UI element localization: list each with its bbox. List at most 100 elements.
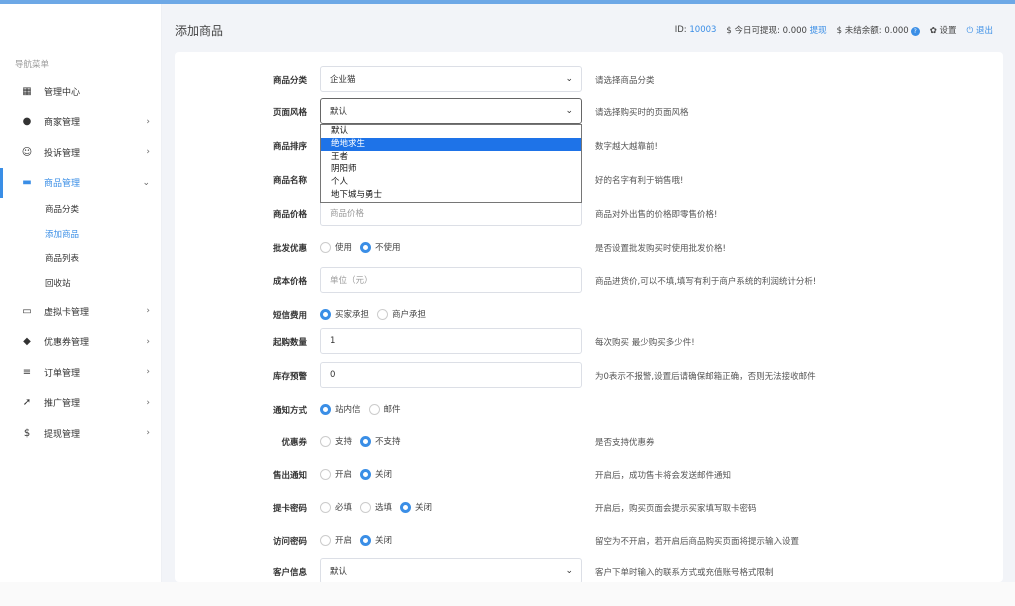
notify-inbox-radio[interactable]: 站内信: [320, 403, 361, 415]
radio-dot: [368, 403, 380, 415]
style-option[interactable]: 默认: [321, 125, 581, 138]
account-meta: ID: 10003 $ 今日可提现: 0.000 提现 $ 未结余额: 0.00…: [675, 24, 993, 36]
sidebar-item-label: 虚拟卡管理: [44, 307, 90, 318]
radio-label: 不支持: [375, 437, 401, 447]
question-icon[interactable]: ?: [910, 27, 920, 36]
sidebar-item-dashboard[interactable]: ▦ 管理中心: [0, 76, 162, 107]
withdraw-value: 0.000: [782, 26, 807, 36]
dollar-icon: $: [23, 427, 31, 439]
form-row-access-pwd: 访问密码 开启 关闭 留空为不开启，若开启后商品购买页面将提示输入设置: [175, 527, 1003, 557]
radio-label: 商户承担: [392, 310, 427, 320]
radio-label: 关闭: [415, 503, 433, 513]
sidebar-item-complaints[interactable]: ☺ 投诉管理 ›: [0, 137, 162, 168]
customer-info-select[interactable]: 默认 ⌄: [320, 558, 582, 584]
submenu-item-recycle-bin[interactable]: 回收站: [0, 272, 162, 297]
sidebar-menu: ▦ 管理中心 ● 商家管理 › ☺ 投诉管理 › ▬ 商品管理 ⌄ 商品分类 添…: [0, 76, 162, 449]
sidebar-item-coupons[interactable]: ◆ 优惠券管理 ›: [0, 327, 162, 358]
submenu-item-product-list[interactable]: 商品列表: [0, 247, 162, 272]
chevron-down-icon: ⌄: [565, 566, 573, 576]
sidebar-item-label: 优惠券管理: [44, 338, 90, 349]
category-select[interactable]: 企业猫 ⌄: [320, 66, 582, 92]
form-row-wholesale: 批发优惠 使用 不使用 是否设置批发购买时使用批发价格!: [175, 234, 1003, 264]
sidebar-item-label: 提现管理: [44, 429, 81, 440]
submenu-item-categories[interactable]: 商品分类: [0, 198, 162, 223]
card-pwd-optional-radio[interactable]: 选填: [360, 501, 392, 513]
style-select[interactable]: 默认 ⌄: [320, 98, 582, 124]
style-help: 请选择购买时的页面风格: [595, 108, 689, 118]
form-row-stock-alert: 库存预警 0 为0表示不报警,设置后请确保邮箱正确，否则无法接收邮件: [175, 362, 1003, 392]
customer-info-value: 默认: [330, 567, 348, 577]
sidebar-item-withdrawals[interactable]: $ 提现管理 ›: [0, 418, 162, 449]
card-pwd-required-radio[interactable]: 必填: [320, 501, 352, 513]
products-submenu: 商品分类 添加商品 商品列表 回收站: [0, 198, 162, 296]
wholesale-label: 批发优惠: [272, 244, 307, 254]
radio-dot: [360, 241, 372, 253]
send-icon: ➚: [22, 397, 32, 409]
radio-label: 关闭: [375, 470, 393, 480]
style-label: 页面风格: [272, 108, 307, 118]
gear-icon: ✿: [929, 26, 937, 36]
logout-link[interactable]: ⏻ 退出: [967, 24, 993, 36]
cost-help: 商品进货价,可以不填,填写有利于商户系统的利润统计分析!: [595, 277, 817, 287]
withdraw-label: $ 今日可提现:: [726, 26, 780, 36]
chevron-right-icon: ›: [146, 116, 150, 127]
name-help: 好的名字有利于销售哦!: [595, 176, 684, 186]
sidebar-item-products[interactable]: ▬ 商品管理 ⌄: [0, 167, 162, 199]
radio-dot: [320, 403, 331, 415]
sidebar-item-merchants[interactable]: ● 商家管理 ›: [0, 107, 162, 138]
coupon-nosupport-radio[interactable]: 不支持: [360, 435, 401, 447]
style-option[interactable]: 阴阳师: [321, 163, 581, 176]
sms-buyer-radio[interactable]: 买家承担: [320, 308, 369, 320]
price-help: 商品对外出售的价格即零售价格!: [595, 210, 718, 220]
cost-input[interactable]: 单位（元）: [320, 267, 582, 293]
card-icon: ▭: [22, 305, 32, 317]
style-option[interactable]: 地下城与勇士: [321, 189, 581, 202]
nav-title: 导航菜单: [15, 60, 50, 70]
min-qty-input[interactable]: 1: [320, 328, 582, 354]
coupon-help: 是否支持优惠券: [595, 438, 655, 448]
chevron-right-icon: ›: [146, 367, 150, 378]
radio-label: 使用: [335, 243, 353, 253]
notify-label: 通知方式: [272, 406, 307, 416]
style-option-highlighted[interactable]: 绝地求生: [321, 137, 581, 151]
settings-link[interactable]: ✿ 设置: [930, 24, 957, 36]
stock-alert-input[interactable]: 0: [320, 362, 582, 388]
access-pwd-off-radio[interactable]: 关闭: [360, 534, 392, 546]
coupon-support-radio[interactable]: 支持: [320, 435, 352, 447]
wholesale-nouse-radio[interactable]: 不使用: [360, 241, 401, 253]
withdraw-link[interactable]: 提现: [810, 26, 827, 36]
form-row-category: 商品分类 企业猫 ⌄ 请选择商品分类: [175, 66, 1003, 96]
sidebar-item-promotion[interactable]: ➚ 推广管理 ›: [0, 388, 162, 419]
price-label: 商品价格: [272, 210, 307, 220]
submenu-item-add-product[interactable]: 添加商品: [0, 223, 162, 248]
id-value: 10003: [689, 25, 717, 35]
price-input[interactable]: 商品价格: [320, 200, 582, 226]
category-help: 请选择商品分类: [595, 76, 655, 86]
sms-merchant-radio[interactable]: 商户承担: [377, 308, 426, 320]
merchant-id: ID: 10003: [675, 25, 717, 35]
sold-notify-off-radio[interactable]: 关闭: [360, 468, 392, 480]
wholesale-help: 是否设置批发购买时使用批发价格!: [595, 244, 726, 254]
tag-icon: ◆: [23, 336, 31, 348]
sidebar-item-orders[interactable]: ≡ 订单管理 ›: [0, 357, 162, 388]
style-option[interactable]: 王者: [321, 151, 581, 164]
chevron-right-icon: ›: [146, 306, 150, 317]
sidebar-item-label: 投诉管理: [44, 148, 81, 159]
sms-label: 短信费用: [272, 311, 307, 321]
sidebar-item-virtual-cards[interactable]: ▭ 虚拟卡管理 ›: [0, 296, 162, 327]
wholesale-use-radio[interactable]: 使用: [320, 241, 352, 253]
card-pwd-off-radio[interactable]: 关闭: [400, 501, 432, 513]
style-option[interactable]: 个人: [321, 176, 581, 189]
form-row-sold-notify: 售出通知 开启 关闭 开启后，成功售卡将会发送邮件通知: [175, 461, 1003, 491]
notify-email-radio[interactable]: 邮件: [368, 403, 401, 415]
sidebar-item-label: 推广管理: [44, 399, 81, 410]
radio-label: 关闭: [375, 536, 393, 546]
sidebar-item-label: 订单管理: [44, 368, 81, 379]
sort-help: 数字越大越靠前!: [595, 142, 658, 152]
radio-dot: [320, 468, 331, 480]
sold-notify-on-radio[interactable]: 开启: [320, 468, 352, 480]
logout-label: 退出: [975, 26, 993, 36]
radio-label: 开启: [335, 470, 353, 480]
smile-icon: ☺: [21, 146, 33, 158]
access-pwd-on-radio[interactable]: 开启: [320, 534, 352, 546]
